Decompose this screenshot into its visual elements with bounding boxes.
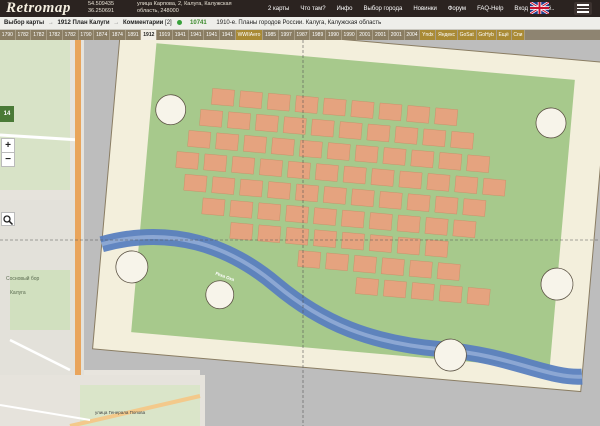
map-viewport[interactable]: Сосновый бор Калуга улица Генерала Попов… (0, 40, 600, 426)
year-tab[interactable]: 1989 (310, 30, 327, 40)
zoom-out-button[interactable]: − (1, 152, 15, 167)
year-tab[interactable]: 1912 (141, 30, 158, 40)
logo[interactable]: Retromap (6, 0, 71, 17)
breadcrumb-separator: → (47, 20, 54, 26)
year-tab[interactable]: 2001 (357, 30, 374, 40)
year-tab[interactable]: 1891 (125, 30, 142, 40)
year-tab[interactable]: 1941 (188, 30, 205, 40)
osm-city-label: Калуга (10, 290, 26, 296)
comments-link[interactable]: Комментарии (123, 20, 163, 26)
year-tab[interactable]: 2001 (388, 30, 405, 40)
zoom-in-button[interactable]: + (1, 138, 15, 153)
year-tab[interactable]: 1790 (78, 30, 95, 40)
year-tab[interactable]: 1997 (278, 30, 295, 40)
year-tab[interactable]: 1941 (204, 30, 221, 40)
nav-forum[interactable]: Форум (448, 6, 466, 12)
nav-info[interactable]: Инфо (337, 6, 353, 12)
nav-choose-city[interactable]: Выбор города (363, 6, 402, 12)
year-tab[interactable]: Яндекс (436, 30, 458, 40)
year-tab[interactable]: 1790 (0, 30, 16, 40)
year-tab[interactable]: 2004 (404, 30, 421, 40)
top-navigation: 2 карты Что там? Инфо Выбор города Новин… (268, 0, 555, 17)
year-tab[interactable]: 1990 (341, 30, 358, 40)
longitude: 36.250691 (88, 8, 114, 14)
year-tab[interactable]: 1919 (157, 30, 173, 40)
uk-flag-icon[interactable] (530, 2, 549, 14)
year-tab[interactable]: 1782 (47, 30, 63, 40)
choose-map-link[interactable]: Выбор карты (4, 20, 44, 26)
search-icon[interactable] (1, 212, 15, 226)
nav-new[interactable]: Новинки (413, 6, 437, 12)
historic-map-overlay[interactable] (0, 40, 600, 426)
year-tab[interactable]: 1782 (62, 30, 79, 40)
nav-whats-there[interactable]: Что там? (300, 6, 325, 12)
nav-faq[interactable]: FAQ-Help (477, 6, 503, 12)
layer-count-badge[interactable]: 14 (0, 106, 14, 122)
latitude: 54.509435 (88, 1, 114, 7)
year-tab[interactable]: GoHyb (476, 30, 497, 40)
year-tab[interactable]: 1874 (94, 30, 111, 40)
year-tab[interactable]: 1941 (220, 30, 236, 40)
map-status-dot-icon (177, 19, 183, 25)
year-tab[interactable]: Спи (511, 30, 526, 40)
year-tab[interactable]: 1782 (31, 30, 48, 40)
nav-login[interactable]: Вход (514, 6, 528, 12)
year-tab[interactable]: 1987 (294, 30, 311, 40)
map-id: 10741 (190, 20, 207, 26)
year-tab[interactable]: 1985 (263, 30, 279, 40)
map-description: 1910-е. Планы городов России. Калуга, Ка… (216, 20, 382, 26)
year-tab[interactable]: Ещё (496, 30, 512, 40)
year-tab[interactable]: 1990 (326, 30, 342, 40)
comments-count: [2] (165, 20, 172, 26)
osm-place-label: Сосновый бор (6, 276, 40, 282)
year-tab[interactable]: 1782 (15, 30, 32, 40)
top-header: Retromap 54.509435 36.250691 улица Карпо… (0, 0, 600, 17)
breadcrumb: Выбор карты → 1912 План Калуги → Коммент… (0, 17, 600, 30)
year-tab[interactable]: 1874 (110, 30, 126, 40)
osm-street-label: улица Генерала Попова (95, 410, 146, 415)
coordinates-readout: 54.509435 36.250691 (88, 1, 134, 15)
menu-icon[interactable] (574, 2, 592, 15)
year-tab[interactable]: 1941 (172, 30, 189, 40)
map-title-link[interactable]: 1912 План Калуги (58, 20, 110, 26)
nav-two-maps[interactable]: 2 карты (268, 6, 289, 12)
year-tab[interactable]: GoSat (457, 30, 477, 40)
year-tab[interactable]: 2001 (373, 30, 389, 40)
year-tab[interactable]: WWIIAero (235, 30, 264, 40)
year-tab[interactable]: Yndx (420, 30, 437, 40)
breadcrumb-separator: → (113, 20, 120, 26)
address-readout: улица Карпова, 2, Калуга, Калужская обла… (137, 1, 232, 14)
year-tabs: 1790 1782 1782 1782 1782 1790 1874 1874 1891 1912… (0, 30, 600, 40)
